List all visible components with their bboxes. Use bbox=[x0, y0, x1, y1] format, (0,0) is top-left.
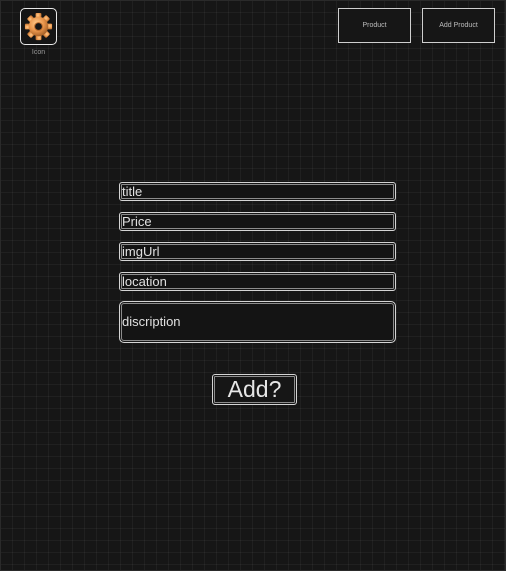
description-textarea[interactable] bbox=[119, 301, 396, 343]
img-url-input[interactable] bbox=[119, 242, 396, 261]
gear-icon bbox=[24, 12, 53, 41]
product-nav-button[interactable]: Product bbox=[338, 8, 411, 43]
title-input[interactable] bbox=[119, 182, 396, 201]
logo[interactable] bbox=[20, 8, 57, 45]
logo-caption: Icon bbox=[31, 49, 46, 56]
add-product-nav-button[interactable]: Add Product bbox=[422, 8, 495, 43]
price-input[interactable] bbox=[119, 212, 396, 231]
add-button[interactable]: Add? bbox=[212, 374, 297, 405]
location-input[interactable] bbox=[119, 272, 396, 291]
